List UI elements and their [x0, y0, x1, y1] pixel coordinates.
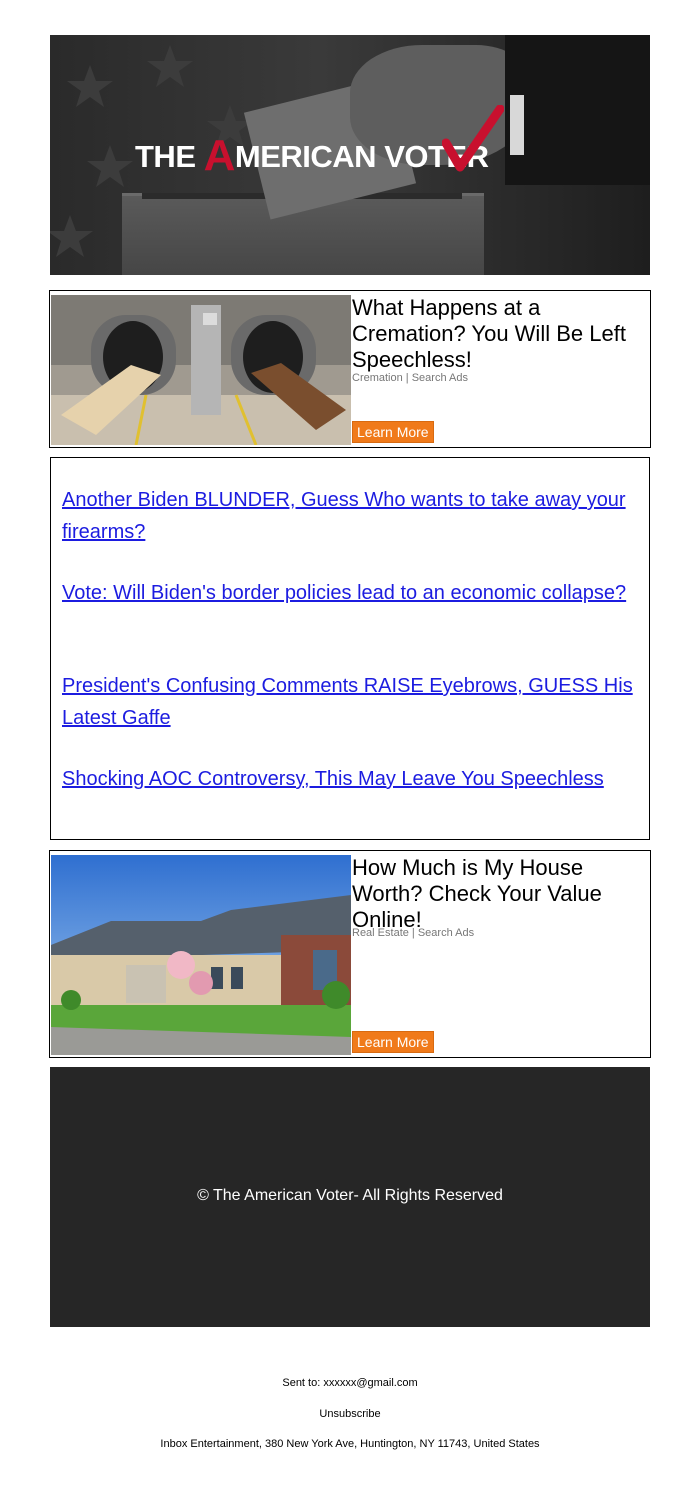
footer-banner: © The American Voter- All Rights Reserve…	[50, 1067, 650, 1327]
ad-image-cremation[interactable]	[51, 295, 351, 445]
house-photo	[51, 855, 351, 1055]
checkmark-icon	[442, 105, 504, 172]
headline-links: Another Biden BLUNDER, Guess Who wants t…	[50, 457, 650, 840]
header-banner: THE AMERICAN VOTER	[50, 35, 650, 275]
logo-letter-v: V	[384, 139, 405, 174]
article-link[interactable]: Another Biden BLUNDER, Guess Who wants t…	[62, 484, 642, 548]
learn-more-button[interactable]: Learn More	[352, 1031, 434, 1053]
logo-text-prefix: THE	[135, 139, 204, 174]
sponsored-ad-cremation[interactable]: What Happens at a Cremation? You Will Be…	[49, 290, 651, 448]
article-link[interactable]: Vote: Will Biden's border policies lead …	[62, 577, 642, 609]
ad-headline[interactable]: How Much is My House Worth? Check Your V…	[352, 855, 644, 933]
article-link[interactable]: President's Confusing Comments RAISE Eye…	[62, 670, 642, 734]
ad-headline[interactable]: What Happens at a Cremation? You Will Be…	[352, 295, 644, 373]
logo-letter-a: A	[203, 131, 236, 180]
cremation-photo	[51, 295, 351, 445]
unsubscribe-link[interactable]: Unsubscribe	[0, 1408, 700, 1420]
sent-to-text: Sent to: xxxxxx@gmail.com	[282, 1377, 418, 1389]
sponsored-ad-real-estate[interactable]: How Much is My House Worth? Check Your V…	[49, 850, 651, 1058]
ad-image-house[interactable]	[51, 855, 351, 1055]
mailing-address: Inbox Entertainment, 380 New York Ave, H…	[160, 1438, 540, 1450]
ad-source-label: Cremation | Search Ads	[352, 372, 468, 384]
article-link[interactable]: Shocking AOC Controversy, This May Leave…	[62, 763, 642, 795]
site-logo[interactable]: THE AMERICAN VOTER	[135, 105, 575, 181]
logo-text-mid: MERICAN	[234, 139, 385, 174]
copyright-text: © The American Voter- All Rights Reserve…	[197, 1187, 503, 1204]
learn-more-button[interactable]: Learn More	[352, 421, 434, 443]
ad-source-label: Real Estate | Search Ads	[352, 927, 475, 939]
